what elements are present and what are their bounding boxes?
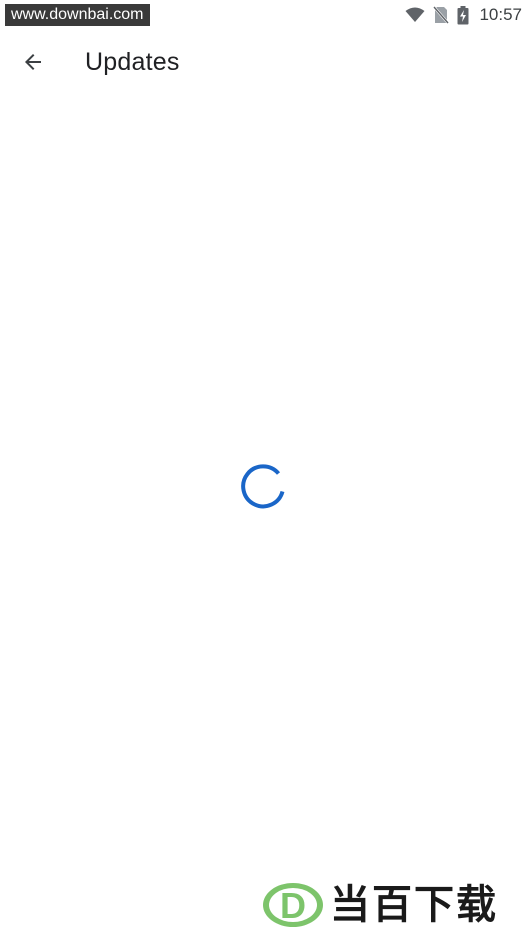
loading-spinner: [241, 464, 285, 509]
brand-watermark: D 当百下载: [262, 880, 524, 930]
no-sim-icon: [433, 6, 450, 24]
page-title: Updates: [85, 47, 180, 76]
brand-name: 当百下载: [330, 882, 498, 928]
app-bar: Updates: [0, 30, 531, 94]
back-button[interactable]: [9, 38, 57, 86]
watermark-site: www.downbai.com: [5, 4, 150, 26]
status-time: 10:57: [479, 5, 522, 24]
arrow-back-icon: [25, 54, 41, 70]
screen: www.downbai.com 10:57 Updates D 当百下载: [0, 0, 531, 944]
brand-logo-letter: D: [280, 885, 306, 926]
status-bar: 10:57: [405, 0, 531, 30]
wifi-icon: [405, 7, 425, 23]
brand-logo-icon: D: [263, 883, 323, 927]
battery-charging-icon: [457, 5, 469, 25]
